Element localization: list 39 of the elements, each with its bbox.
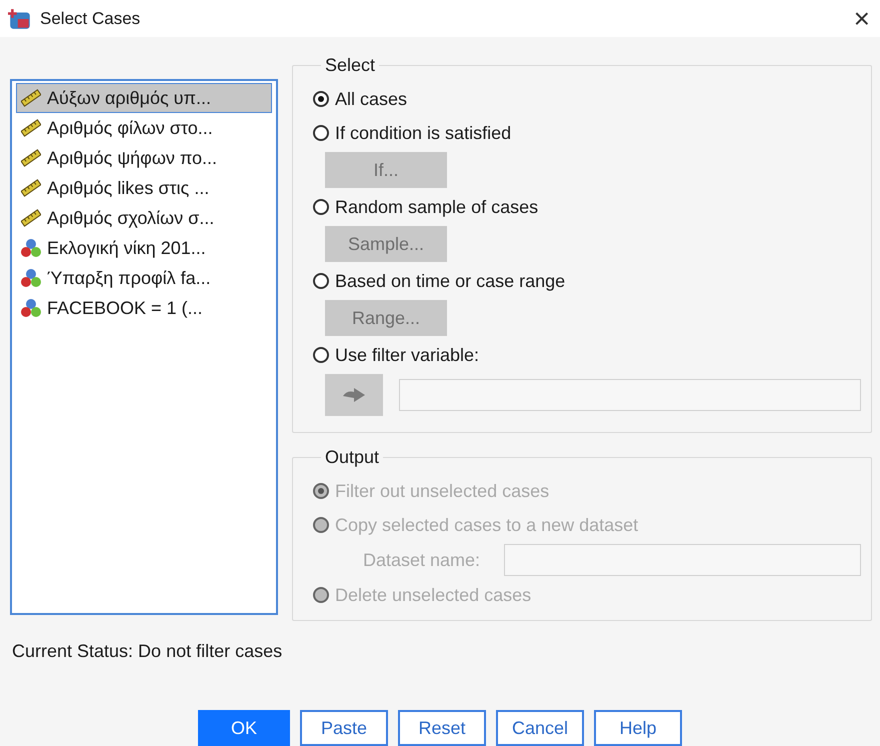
circles-icon — [21, 298, 41, 318]
radio-button[interactable] — [313, 273, 329, 289]
option-label: Use filter variable: — [335, 344, 480, 366]
dataset-name-field[interactable] — [504, 544, 861, 576]
option-label: Random sample of cases — [335, 196, 538, 218]
radio-button[interactable] — [313, 347, 329, 363]
arrow-icon — [341, 387, 367, 403]
variable-item[interactable]: Αριθμός φίλων στο... — [16, 113, 272, 143]
field-label: Dataset name: — [363, 550, 480, 570]
variable-item[interactable]: Ύπαρξη προφίλ fa... — [16, 263, 272, 293]
radio-button[interactable] — [313, 199, 329, 215]
option-label: Based on time or case range — [335, 270, 566, 292]
group-title: Select — [324, 55, 376, 76]
option-label: Copy selected cases to a new dataset — [335, 514, 638, 536]
dialog-button[interactable]: Reset — [398, 710, 486, 746]
window-title: Select Cases — [40, 8, 142, 28]
dialog-button[interactable]: Cancel — [496, 710, 584, 746]
filter-variable-field[interactable] — [399, 379, 861, 411]
app-icon — [8, 8, 32, 30]
variable-item[interactable]: Αριθμός σχολίων σ... — [16, 203, 272, 233]
radio-button[interactable] — [313, 125, 329, 141]
close-button[interactable]: × — [854, 2, 870, 34]
variable-item[interactable]: Αριθμός likes στις ... — [16, 173, 272, 203]
status-text: Current Status: Do not filter cases — [11, 640, 284, 662]
dialog-button[interactable]: OK — [198, 710, 290, 746]
option-label: All cases — [335, 88, 408, 110]
option-label: If condition is satisfied — [335, 122, 512, 144]
dialog-button[interactable]: Paste — [300, 710, 388, 746]
circles-icon — [21, 268, 41, 288]
group-title: Output — [324, 447, 380, 468]
dialog-button[interactable]: Help — [594, 710, 682, 746]
variable-item[interactable]: FACEBOOK = 1 (... — [16, 293, 272, 323]
variable-item[interactable]: Αριθμός ψήφων πο... — [16, 143, 272, 173]
option-label: Delete unselected cases — [335, 584, 532, 606]
variable-item[interactable]: Εκλογική νίκη 201... — [16, 233, 272, 263]
variable-item[interactable]: Αύξων αριθμός υπ... — [16, 83, 272, 113]
option-label: Filter out unselected cases — [335, 480, 550, 502]
radio-button[interactable] — [313, 91, 329, 107]
circles-icon — [21, 238, 41, 258]
